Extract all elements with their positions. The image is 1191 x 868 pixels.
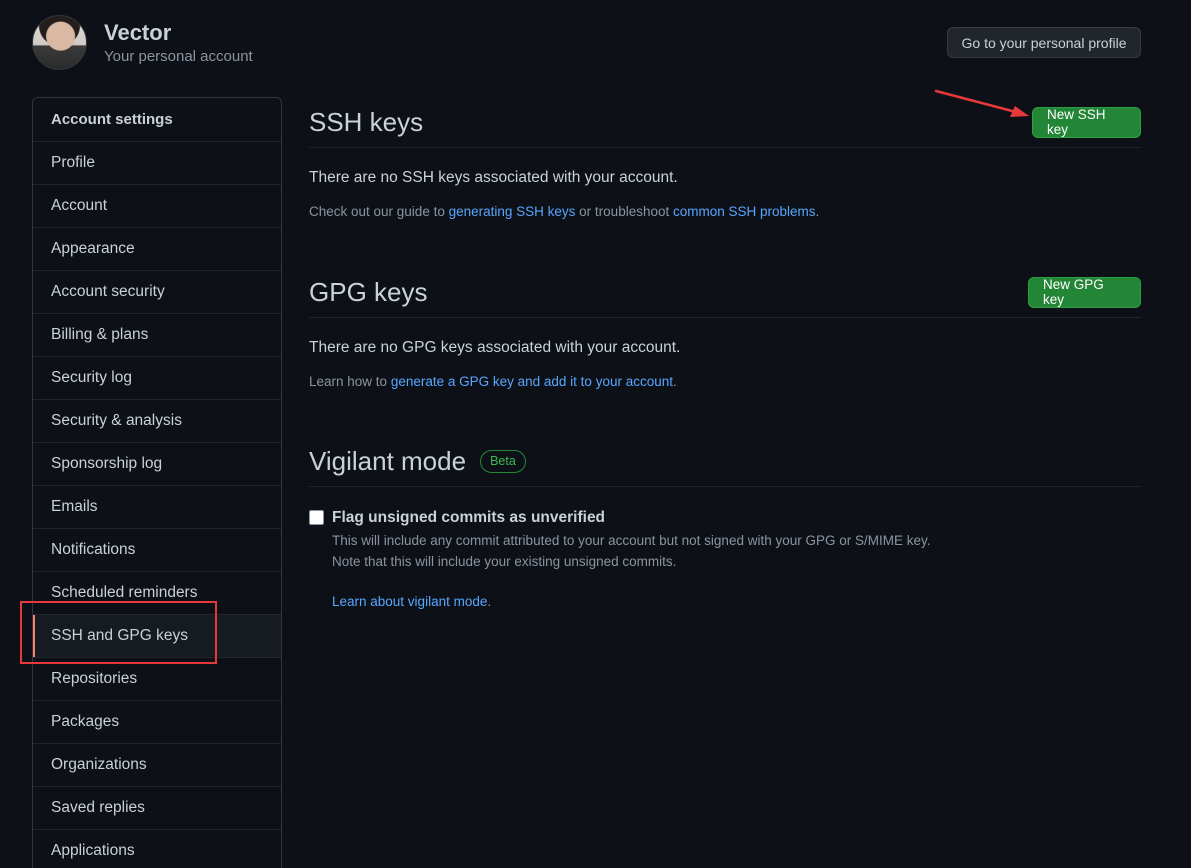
gpg-section-header: GPG keys New GPG key xyxy=(309,267,1141,318)
sidebar-item-saved-replies[interactable]: Saved replies xyxy=(33,786,281,829)
ssh-help-suffix: . xyxy=(815,204,820,219)
ssh-help-text: Check out our guide to generating SSH ke… xyxy=(309,204,819,219)
new-gpg-key-button[interactable]: New GPG key xyxy=(1028,276,1141,308)
settings-page: Vector Your personal account Go to your … xyxy=(0,0,1191,868)
sidebar-item-packages[interactable]: Packages xyxy=(33,700,281,743)
gpg-help-suffix: . xyxy=(673,374,677,389)
sidebar-item-notifications[interactable]: Notifications xyxy=(33,528,281,571)
sidebar-item-account[interactable]: Account xyxy=(33,184,281,227)
sidebar-item-appearance[interactable]: Appearance xyxy=(33,227,281,270)
go-to-profile-button[interactable]: Go to your personal profile xyxy=(947,27,1141,58)
gpg-empty-text: There are no GPG keys associated with yo… xyxy=(309,339,681,356)
vigilant-section-title: Vigilant mode xyxy=(309,445,467,476)
generate-gpg-key-link[interactable]: generate a GPG key and add it to your ac… xyxy=(391,374,673,389)
sidebar-item-applications[interactable]: Applications xyxy=(33,829,281,868)
sidebar-item-security-log[interactable]: Security log xyxy=(33,356,281,399)
sidebar-item-organizations[interactable]: Organizations xyxy=(33,743,281,786)
learn-vigilant-mode-link[interactable]: Learn about vigilant mode xyxy=(332,594,487,609)
account-header-text: Vector Your personal account xyxy=(104,19,253,67)
account-subtitle: Your personal account xyxy=(104,47,253,65)
settings-sidebar: Account settings Profile Account Appeara… xyxy=(32,97,282,868)
ssh-help-middle: or troubleshoot xyxy=(575,204,673,219)
sidebar-item-emails[interactable]: Emails xyxy=(33,485,281,528)
generating-ssh-keys-link[interactable]: generating SSH keys xyxy=(449,204,576,219)
ssh-section-title: SSH keys xyxy=(309,106,424,137)
sidebar-heading: Account settings xyxy=(51,111,173,128)
vigilant-desc-line1: This will include any commit attributed … xyxy=(332,533,931,548)
sidebar-item-sponsorship-log[interactable]: Sponsorship log xyxy=(33,442,281,485)
annotation-highlight-box xyxy=(20,601,217,664)
vigilant-desc-line2: Note that this will include your existin… xyxy=(332,554,677,569)
new-ssh-key-button[interactable]: New SSH key xyxy=(1032,106,1141,138)
annotation-arrow-icon xyxy=(934,89,1029,117)
sidebar-item-billing[interactable]: Billing & plans xyxy=(33,313,281,356)
flag-unsigned-commits-checkbox[interactable] xyxy=(309,510,324,525)
vigilant-learn-row: Learn about vigilant mode. xyxy=(332,594,491,609)
account-header: Vector Your personal account xyxy=(32,15,253,70)
ssh-empty-text: There are no SSH keys associated with yo… xyxy=(309,169,678,186)
sidebar-item-security-analysis[interactable]: Security & analysis xyxy=(33,399,281,442)
sidebar-item-profile[interactable]: Profile xyxy=(33,141,281,184)
vigilant-section-header: Vigilant mode Beta xyxy=(309,436,1141,487)
account-name[interactable]: Vector xyxy=(104,19,253,47)
gpg-help-prefix: Learn how to xyxy=(309,374,391,389)
avatar[interactable] xyxy=(32,15,87,70)
ssh-help-prefix: Check out our guide to xyxy=(309,204,449,219)
flag-unsigned-commits-label[interactable]: Flag unsigned commits as unverified xyxy=(332,509,605,527)
sidebar-item-account-security[interactable]: Account security xyxy=(33,270,281,313)
beta-badge: Beta xyxy=(480,449,526,473)
gpg-help-text: Learn how to generate a GPG key and add … xyxy=(309,374,677,389)
gpg-section-title: GPG keys xyxy=(309,276,428,307)
learn-vigilant-suffix: . xyxy=(487,594,492,609)
common-ssh-problems-link[interactable]: common SSH problems xyxy=(673,204,816,219)
